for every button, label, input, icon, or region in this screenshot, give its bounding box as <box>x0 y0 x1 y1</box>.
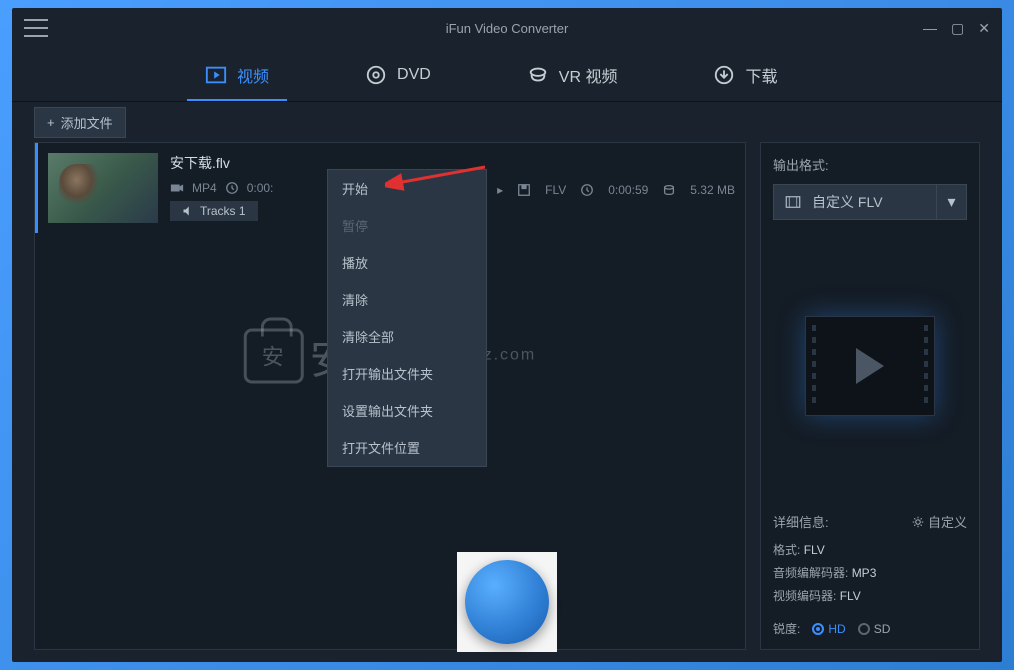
toolbar: + 添加文件 <box>12 102 1002 142</box>
minimize-button[interactable]: — <box>923 20 937 37</box>
tab-dvd[interactable]: DVD <box>347 48 449 101</box>
detail-audio-codec: 音频编解码器: MP3 <box>773 564 967 581</box>
preview-area <box>773 238 967 494</box>
audio-icon <box>182 205 194 217</box>
tab-video-label: 视频 <box>237 63 269 87</box>
watermark-logo-icon <box>244 328 304 383</box>
radio-on-icon <box>812 623 824 635</box>
menu-start[interactable]: 开始 <box>328 170 486 207</box>
add-file-button[interactable]: + 添加文件 <box>34 107 126 138</box>
titlebar: iFun Video Converter — ▢ ✕ <box>12 8 1002 48</box>
tab-download-label: 下载 <box>745 63 777 87</box>
custom-button[interactable]: 自定义 <box>912 512 967 531</box>
main-tabs: 视频 DVD VR 视频 下载 <box>12 48 1002 102</box>
sharpness-row: 锐度: HD SD <box>773 620 967 637</box>
file-list: 安下载.flv MP4 0:00: Tracks 1 ▸ FLV <box>34 142 746 650</box>
dvd-icon <box>365 64 387 86</box>
gear-icon <box>912 516 924 528</box>
detail-header: 详细信息: 自定义 <box>773 512 967 531</box>
preview-thumbnail[interactable] <box>805 316 935 416</box>
detail-video-codec: 视频编码器: FLV <box>773 587 967 604</box>
play-icon[interactable]: ▸ <box>497 183 503 197</box>
disk-icon <box>662 183 676 197</box>
app-title: iFun Video Converter <box>446 21 569 36</box>
tab-vr-label: VR 视频 <box>559 63 618 87</box>
save-icon <box>517 183 531 197</box>
tab-dvd-label: DVD <box>397 66 431 84</box>
menu-clear[interactable]: 清除 <box>328 281 486 318</box>
maximize-button[interactable]: ▢ <box>951 20 964 37</box>
plus-icon: + <box>47 115 55 130</box>
format-select[interactable]: 自定义 FLV ▾ <box>773 184 967 220</box>
format-selected: 自定义 FLV <box>812 192 926 212</box>
menu-icon[interactable] <box>24 19 48 37</box>
app-window: iFun Video Converter — ▢ ✕ 视频 DVD VR 视频 … <box>12 8 1002 662</box>
menu-open-output-folder[interactable]: 打开输出文件夹 <box>328 355 486 392</box>
output-info: ▸ FLV 0:00:59 5.32 MB <box>497 183 735 197</box>
convert-button-container <box>457 552 557 652</box>
chevron-down-icon: ▾ <box>936 184 966 220</box>
play-icon <box>856 348 884 384</box>
tracks-button[interactable]: Tracks 1 <box>170 201 258 221</box>
video-icon <box>205 64 227 86</box>
out-size: 5.32 MB <box>690 183 735 197</box>
menu-set-output-folder[interactable]: 设置输出文件夹 <box>328 392 486 429</box>
convert-button[interactable] <box>465 560 549 644</box>
sharpness-label: 锐度: <box>773 620 800 637</box>
radio-off-icon <box>858 623 870 635</box>
tab-download[interactable]: 下载 <box>695 48 795 101</box>
download-icon <box>713 64 735 86</box>
output-format-label: 输出格式: <box>773 155 967 174</box>
window-controls: — ▢ ✕ <box>923 20 990 37</box>
vr-icon <box>527 64 549 86</box>
custom-label: 自定义 <box>928 512 967 531</box>
camera-icon <box>170 181 184 195</box>
out-format: FLV <box>545 183 566 197</box>
close-button[interactable]: ✕ <box>978 20 990 37</box>
add-file-label: 添加文件 <box>61 113 113 132</box>
menu-play[interactable]: 播放 <box>328 244 486 281</box>
sidebar: 输出格式: 自定义 FLV ▾ 详细信息: 自定义 格式: FLV 音频编解码器… <box>760 142 980 650</box>
context-menu: 开始 暂停 播放 清除 清除全部 打开输出文件夹 设置输出文件夹 打开文件位置 <box>327 169 487 467</box>
tab-vr[interactable]: VR 视频 <box>509 48 636 101</box>
main-area: 安下载.flv MP4 0:00: Tracks 1 ▸ FLV <box>12 142 1002 662</box>
menu-open-file-location[interactable]: 打开文件位置 <box>328 429 486 466</box>
src-format: MP4 <box>192 181 217 195</box>
video-thumbnail[interactable] <box>48 153 158 223</box>
details-label: 详细信息: <box>773 512 829 531</box>
radio-sd[interactable]: SD <box>858 622 891 636</box>
radio-hd[interactable]: HD <box>812 622 845 636</box>
detail-format: 格式: FLV <box>773 541 967 558</box>
menu-pause: 暂停 <box>328 207 486 244</box>
tracks-label: Tracks 1 <box>200 204 246 218</box>
film-icon <box>784 193 802 211</box>
clock-icon <box>580 183 594 197</box>
menu-clear-all[interactable]: 清除全部 <box>328 318 486 355</box>
clock-icon <box>225 181 239 195</box>
tab-video[interactable]: 视频 <box>187 48 287 101</box>
out-duration: 0:00:59 <box>608 183 648 197</box>
src-duration: 0:00: <box>247 181 274 195</box>
